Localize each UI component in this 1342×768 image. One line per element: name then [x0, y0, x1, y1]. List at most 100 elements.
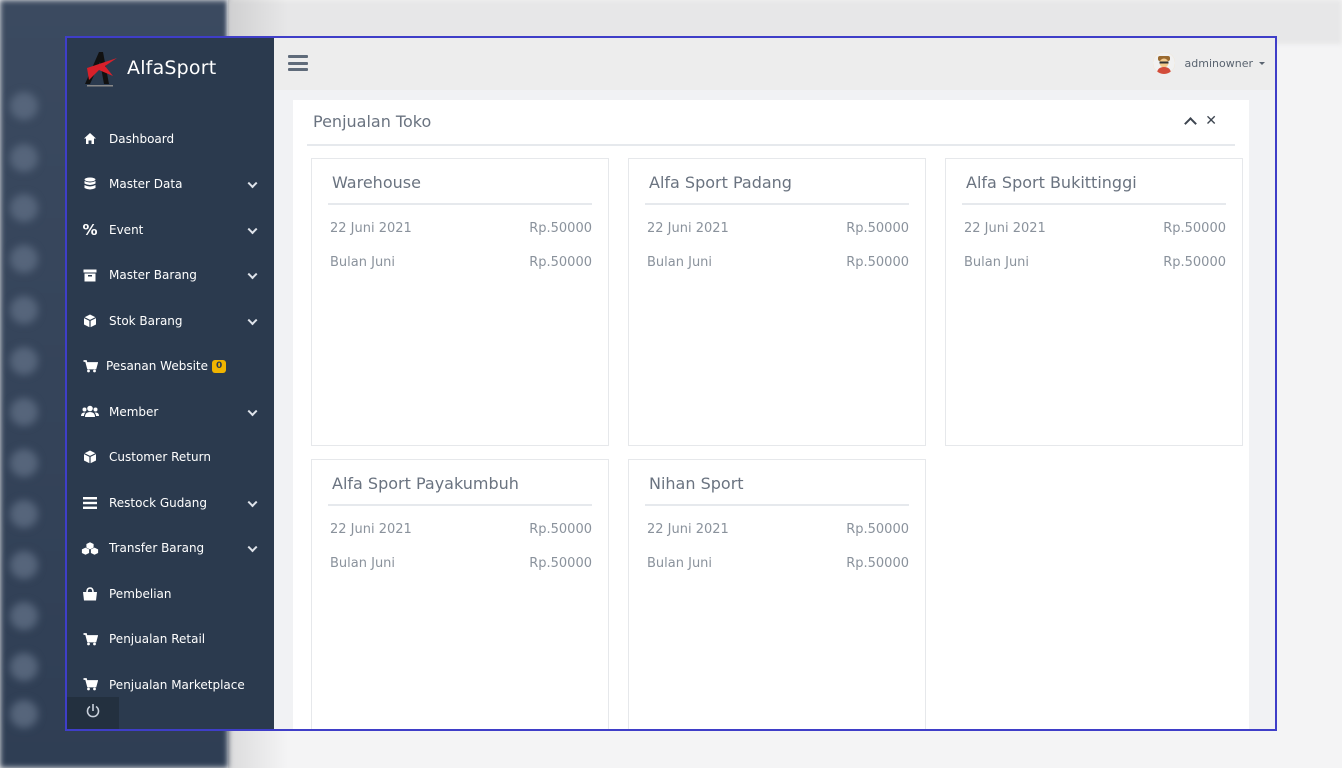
bars-icon — [81, 495, 99, 511]
sales-row-label: Bulan Juni — [330, 255, 396, 270]
sales-row-daily: 22 Juni 2021 Rp.50000 — [964, 221, 1226, 236]
sidebar-item-label: Master Barang — [109, 268, 197, 283]
background-blur-dot — [10, 194, 38, 222]
sales-row-value: Rp.50000 — [1163, 255, 1226, 270]
sidebar-item-master-data[interactable]: Master Data — [67, 162, 274, 208]
background-blur-dot — [10, 92, 38, 120]
logout-button[interactable] — [67, 697, 119, 729]
alfasport-logo-icon — [79, 46, 123, 90]
store-card-alfa-sport-padang: Alfa Sport Padang 22 Juni 2021 Rp.50000 … — [628, 158, 926, 446]
sidebar-item-restock-gudang[interactable]: Restock Gudang — [67, 480, 274, 526]
sidebar-item-penjualan-retail[interactable]: Penjualan Retail — [67, 617, 274, 663]
chevron-down-icon — [247, 178, 258, 189]
sidebar-item-label: Pesanan Website — [106, 359, 209, 374]
sales-row-value: Rp.50000 — [529, 522, 592, 537]
sales-row-value: Rp.50000 — [529, 221, 592, 236]
sidebar-item-dashboard[interactable]: Dashboard — [67, 116, 274, 162]
collapse-icon[interactable] — [1184, 116, 1198, 130]
sales-row-value: Rp.50000 — [846, 556, 909, 571]
cart-icon — [81, 677, 99, 693]
background-blur-dot — [10, 551, 38, 579]
divider — [328, 203, 592, 205]
sales-row-monthly: Bulan Juni Rp.50000 — [330, 255, 592, 270]
sidebar-item-label: Pembelian — [109, 586, 172, 601]
sidebar-item-label: Event — [109, 222, 144, 237]
sales-row-value: Rp.50000 — [529, 255, 592, 270]
divider — [962, 203, 1226, 205]
cart-icon — [81, 631, 99, 647]
sidebar-item-label: Transfer Barang — [109, 541, 205, 556]
cubes-icon — [81, 540, 99, 556]
sales-row-label: 22 Juni 2021 — [964, 221, 1046, 236]
power-icon — [85, 703, 101, 723]
sidebar: AlfaSport Dashboard Master Data % Event — [67, 38, 274, 729]
sales-row-monthly: Bulan Juni Rp.50000 — [647, 255, 909, 270]
close-icon[interactable]: ✕ — [1205, 114, 1217, 128]
cart-icon — [81, 358, 99, 374]
panel-title: Penjualan Toko — [313, 112, 432, 131]
sidebar-item-label: Dashboard — [109, 131, 175, 146]
sidebar-item-transfer-barang[interactable]: Transfer Barang — [67, 526, 274, 572]
app-window: AlfaSport Dashboard Master Data % Event — [65, 36, 1277, 731]
menu-toggle-button[interactable] — [288, 55, 308, 71]
sales-row-label: 22 Juni 2021 — [647, 522, 729, 537]
shopping-bag-icon — [81, 586, 99, 602]
sales-row-monthly: Bulan Juni Rp.50000 — [964, 255, 1226, 270]
store-card-alfa-sport-bukittinggi: Alfa Sport Bukittinggi 22 Juni 2021 Rp.5… — [945, 158, 1243, 446]
chevron-down-icon — [247, 269, 258, 280]
background-blur-dot — [10, 347, 38, 375]
sidebar-item-event[interactable]: % Event — [67, 207, 274, 253]
sidebar-item-member[interactable]: Member — [67, 389, 274, 435]
sidebar-item-customer-return[interactable]: Customer Return — [67, 435, 274, 481]
sales-row-label: 22 Juni 2021 — [647, 221, 729, 236]
hamburger-icon — [288, 55, 308, 58]
cube-icon — [81, 313, 99, 329]
background-blur-dot — [10, 700, 38, 728]
divider — [645, 203, 909, 205]
sidebar-item-stok-barang[interactable]: Stok Barang — [67, 298, 274, 344]
username: adminowner — [1184, 56, 1253, 70]
store-name: Nihan Sport — [649, 474, 744, 493]
chevron-down-icon — [247, 224, 258, 234]
sales-row-value: Rp.50000 — [529, 556, 592, 571]
sales-row-label: Bulan Juni — [647, 556, 713, 571]
sidebar-item-label: Restock Gudang — [109, 495, 207, 510]
sidebar-item-label: Customer Return — [109, 450, 211, 465]
sales-row-value: Rp.50000 — [846, 522, 909, 537]
divider — [328, 504, 592, 506]
user-menu[interactable]: adminowner — [1152, 52, 1265, 74]
sales-row-label: 22 Juni 2021 — [330, 522, 412, 537]
cube-icon — [81, 449, 99, 465]
store-name: Warehouse — [332, 173, 421, 192]
sidebar-item-label: Stok Barang — [109, 313, 183, 328]
users-icon — [81, 404, 99, 420]
order-count-badge: 0 — [212, 359, 227, 373]
brand[interactable]: AlfaSport — [79, 46, 216, 90]
sales-row-value: Rp.50000 — [846, 221, 909, 236]
sidebar-menu: Dashboard Master Data % Event Master Bar… — [67, 116, 274, 708]
sales-row-label: Bulan Juni — [964, 255, 1030, 270]
sales-panel: Penjualan Toko ✕ Warehouse 22 Juni 2021 … — [293, 100, 1249, 729]
sales-row-daily: 22 Juni 2021 Rp.50000 — [330, 221, 592, 236]
archive-icon — [81, 267, 99, 283]
sales-row-label: 22 Juni 2021 — [330, 221, 412, 236]
percent-icon: % — [82, 220, 98, 239]
database-icon — [81, 176, 99, 192]
divider — [307, 144, 1235, 146]
store-card-warehouse: Warehouse 22 Juni 2021 Rp.50000 Bulan Ju… — [311, 158, 609, 446]
background-blur-dot — [10, 245, 38, 273]
sidebar-item-master-barang[interactable]: Master Barang — [67, 253, 274, 299]
background-blur-dot — [10, 500, 38, 528]
sales-row-monthly: Bulan Juni Rp.50000 — [330, 556, 592, 571]
sidebar-item-label: Penjualan Marketplace — [109, 677, 245, 692]
store-name: Alfa Sport Bukittinggi — [966, 173, 1137, 192]
sidebar-item-pesanan-website[interactable]: Pesanan Website 0 — [67, 344, 274, 390]
background-blur-dot — [10, 296, 38, 324]
background-blur-dot — [10, 653, 38, 681]
home-icon — [81, 131, 99, 147]
caret-down-icon — [1259, 61, 1265, 65]
store-card-nihan-sport: Nihan Sport 22 Juni 2021 Rp.50000 Bulan … — [628, 459, 926, 729]
sidebar-item-label: Member — [109, 404, 159, 419]
background-blur-dot — [10, 398, 38, 426]
sidebar-item-pembelian[interactable]: Pembelian — [67, 571, 274, 617]
